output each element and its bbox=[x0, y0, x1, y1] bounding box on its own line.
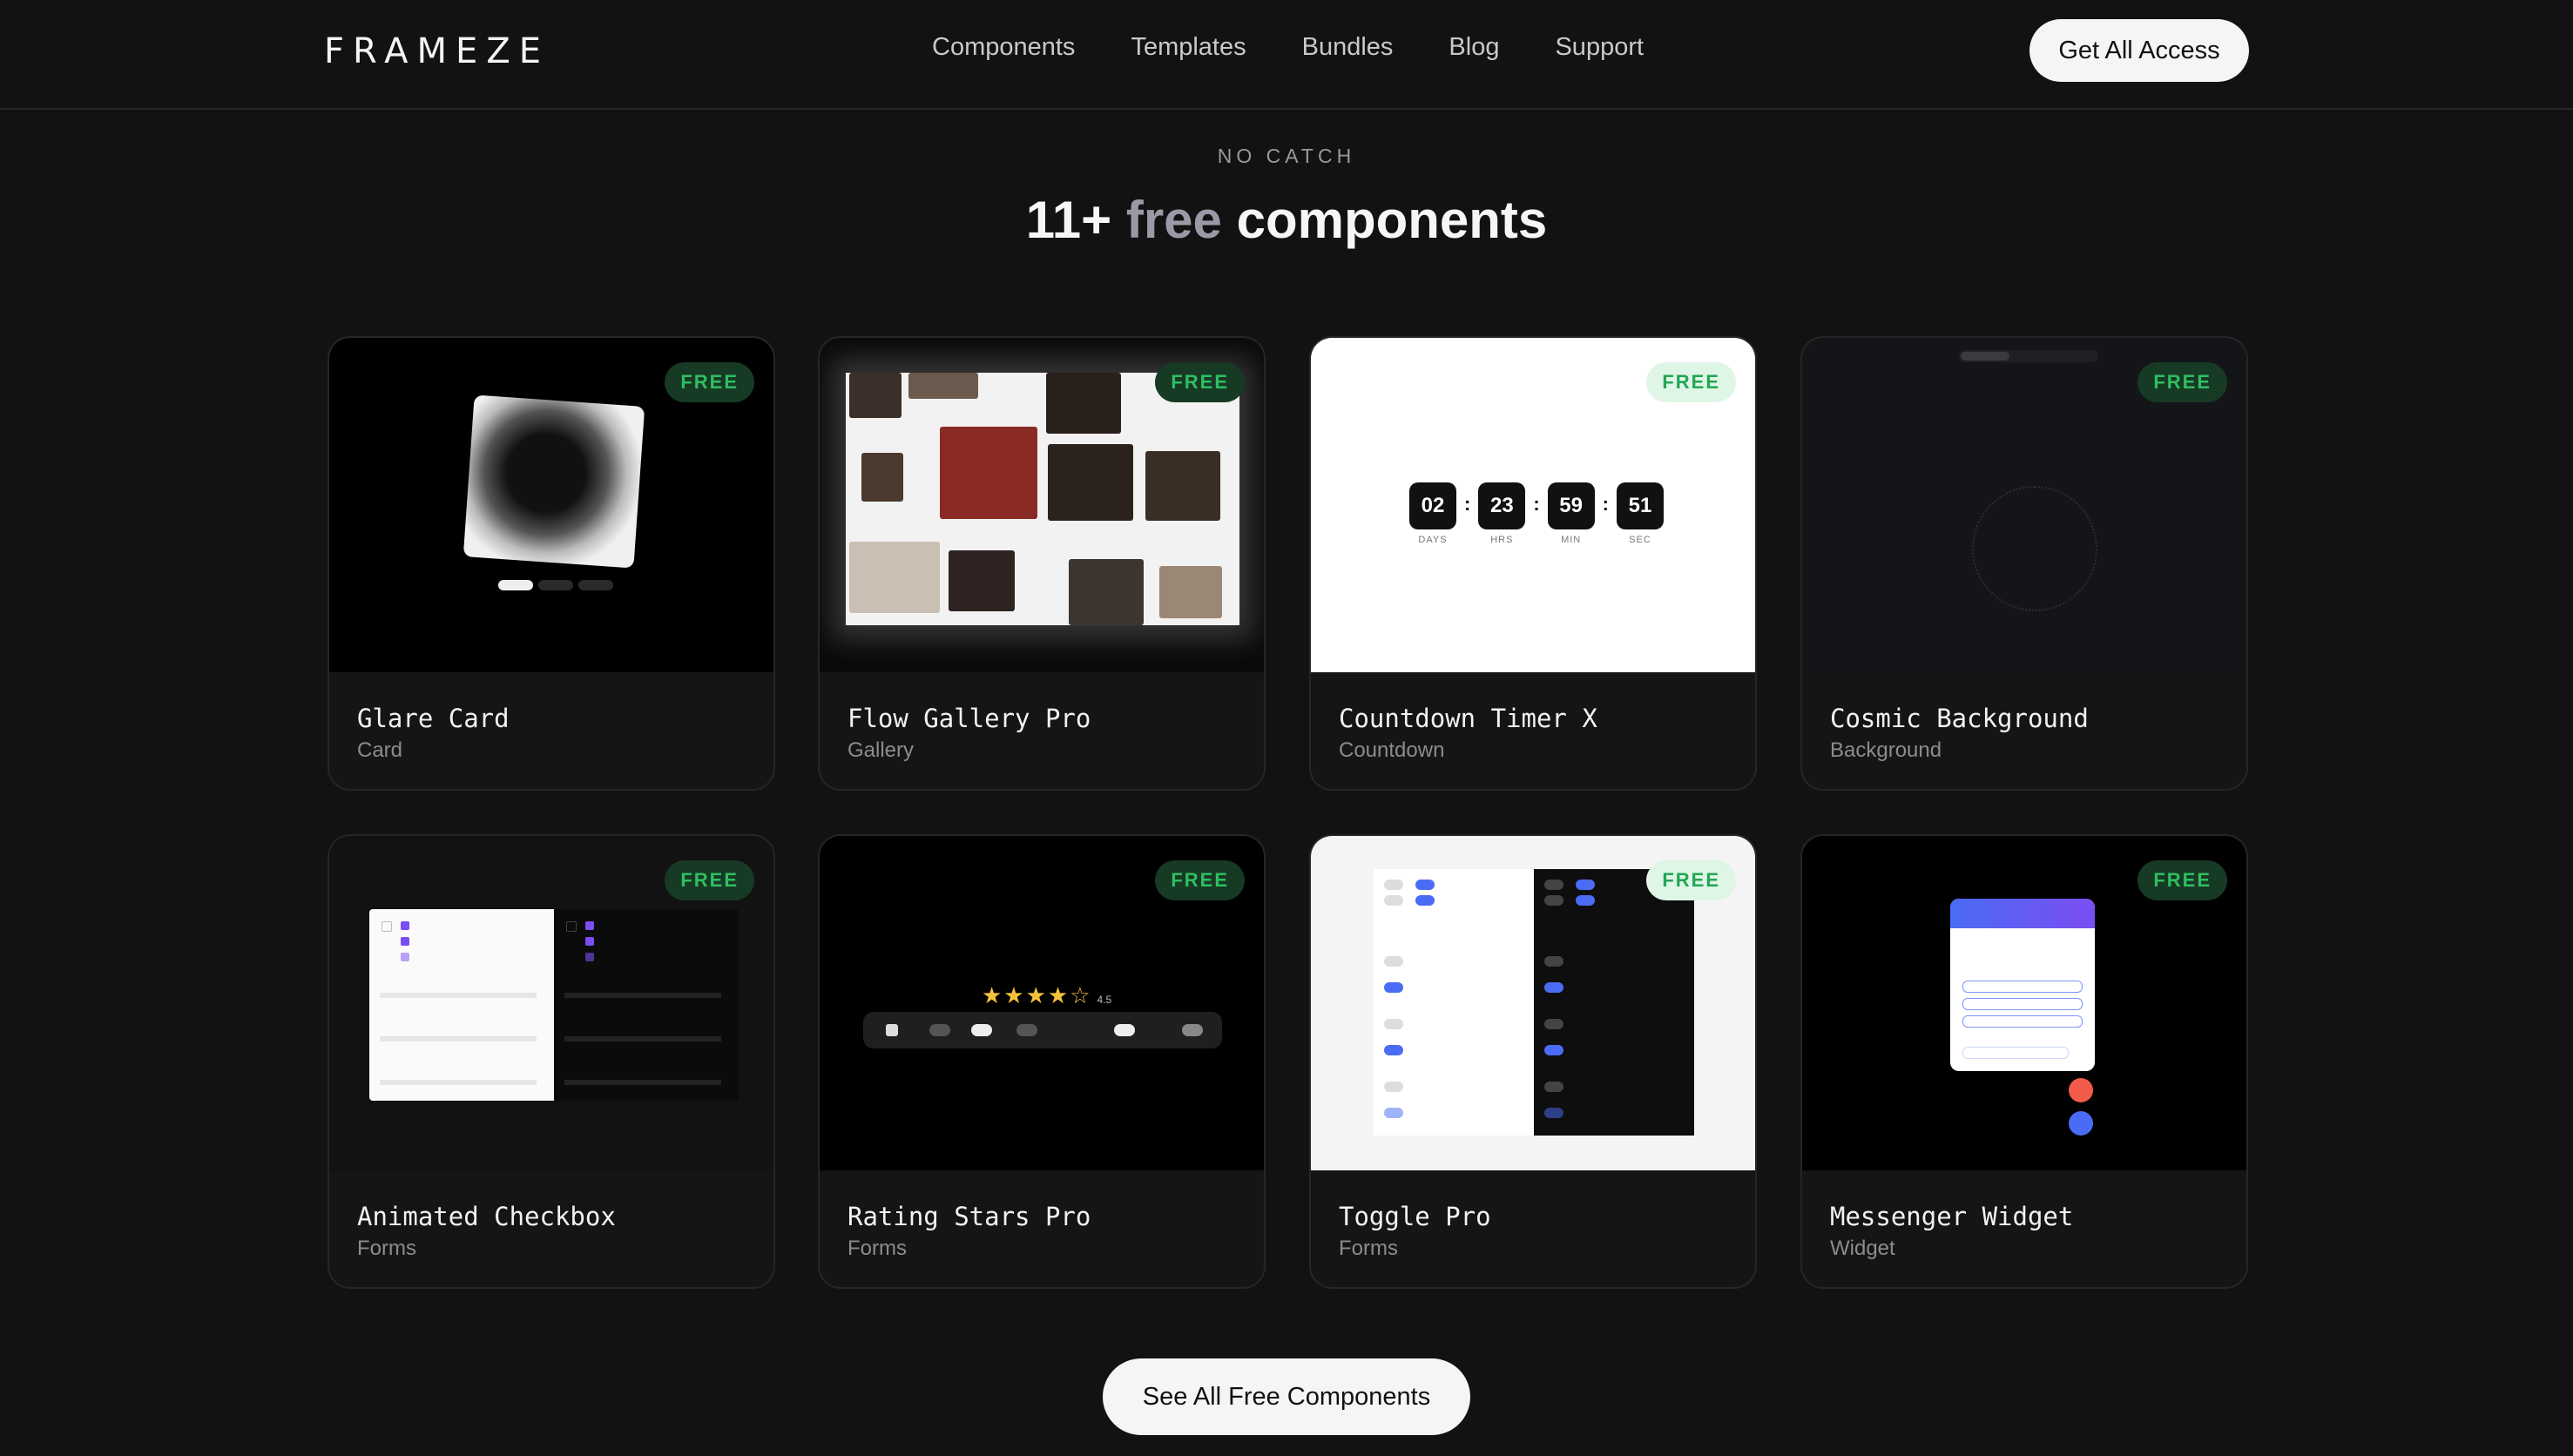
card-title: Glare Card bbox=[357, 704, 510, 733]
star-rating-preview: ★★★★☆ 4.5 bbox=[982, 982, 1112, 1008]
component-card-flow-gallery-pro[interactable]: FREE Flow Gallery Pro Gallery bbox=[818, 336, 1266, 791]
card-title: Countdown Timer X bbox=[1339, 704, 1597, 733]
nav-links: Components Templates Bundles Blog Suppor… bbox=[932, 33, 1644, 62]
rating-controls-bar bbox=[863, 1012, 1222, 1048]
card-category: Forms bbox=[848, 1237, 907, 1260]
toggle-dark-panel bbox=[1534, 869, 1694, 1136]
messenger-fab-icon bbox=[2069, 1111, 2093, 1136]
free-badge: FREE bbox=[665, 860, 754, 900]
chat-window-preview bbox=[1950, 899, 2095, 1071]
component-card-messenger-widget[interactable]: FREE Messenger Widget Widget bbox=[1800, 834, 2248, 1289]
portrait-preview-image bbox=[463, 394, 645, 569]
get-all-access-button[interactable]: Get All Access bbox=[2029, 19, 2249, 82]
card-title: Cosmic Background bbox=[1830, 704, 2089, 733]
timer-separator: : bbox=[1533, 493, 1540, 515]
card-category: Countdown bbox=[1339, 738, 1445, 762]
component-card-glare-card[interactable]: FREE Glare Card Card bbox=[328, 336, 775, 791]
toggle-light-panel bbox=[1374, 869, 1534, 1136]
card-title: Animated Checkbox bbox=[357, 1202, 616, 1231]
timer-seconds: 51 bbox=[1616, 482, 1664, 529]
countdown-preview: 02 DAYS : 23 HRS : 59 MIN : 51 SEC bbox=[1408, 482, 1665, 545]
timer-minutes-label: MIN bbox=[1561, 535, 1582, 545]
card-title: Rating Stars Pro bbox=[848, 1202, 1091, 1231]
card-category: Forms bbox=[357, 1237, 416, 1260]
timer-separator: : bbox=[1464, 493, 1471, 515]
card-category: Widget bbox=[1830, 1237, 1895, 1260]
checkbox-dark-panel bbox=[554, 909, 739, 1101]
free-badge: FREE bbox=[665, 362, 754, 402]
frameze-logo[interactable]: FRAMEZE bbox=[324, 31, 550, 71]
headline-count: 11+ bbox=[1025, 191, 1112, 249]
free-badge: FREE bbox=[1646, 860, 1736, 900]
top-navigation: FRAMEZE Components Templates Bundles Blo… bbox=[0, 0, 2573, 110]
close-fab-icon bbox=[2069, 1078, 2093, 1102]
cosmic-ring-decoration bbox=[1972, 486, 2097, 611]
timer-days-label: DAYS bbox=[1418, 535, 1448, 545]
see-all-free-components-button[interactable]: See All Free Components bbox=[1103, 1358, 1470, 1435]
nav-link-templates[interactable]: Templates bbox=[1131, 33, 1246, 62]
checkbox-light-panel bbox=[369, 909, 554, 1101]
timer-hours: 23 bbox=[1478, 482, 1526, 529]
nav-link-blog[interactable]: Blog bbox=[1449, 33, 1499, 62]
headline-suffix: components bbox=[1236, 191, 1548, 249]
preview-active-tab bbox=[1961, 352, 2009, 361]
timer-separator: : bbox=[1602, 493, 1609, 515]
card-category: Card bbox=[357, 738, 403, 762]
card-category: Forms bbox=[1339, 1237, 1398, 1260]
timer-hours-label: HRS bbox=[1490, 535, 1514, 545]
gallery-preview-sheet bbox=[846, 373, 1239, 625]
timer-days: 02 bbox=[1409, 482, 1456, 529]
card-title: Flow Gallery Pro bbox=[848, 704, 1091, 733]
free-badge: FREE bbox=[2137, 362, 2227, 402]
nav-link-bundles[interactable]: Bundles bbox=[1302, 33, 1394, 62]
free-badge: FREE bbox=[1155, 362, 1245, 402]
component-card-toggle-pro[interactable]: FREE Toggle Pro Forms bbox=[1309, 834, 1757, 1289]
component-card-rating-stars-pro[interactable]: ★★★★☆ 4.5 FREE Rating Stars Pro Forms bbox=[818, 834, 1266, 1289]
headline-highlight: free bbox=[1125, 191, 1222, 249]
free-badge: FREE bbox=[1155, 860, 1245, 900]
nav-link-support[interactable]: Support bbox=[1555, 33, 1644, 62]
card-category: Gallery bbox=[848, 738, 915, 762]
card-category: Background bbox=[1830, 738, 1942, 762]
component-card-cosmic-background[interactable]: FREE Cosmic Background Background bbox=[1800, 336, 2248, 791]
timer-seconds-label: SEC bbox=[1629, 535, 1651, 545]
section-eyebrow: NO CATCH bbox=[1217, 145, 1356, 167]
free-badge: FREE bbox=[2137, 860, 2227, 900]
star-rating-value: 4.5 bbox=[1097, 994, 1112, 1006]
preview-style-pills bbox=[498, 580, 613, 590]
timer-minutes: 59 bbox=[1547, 482, 1595, 529]
component-card-animated-checkbox[interactable]: FREE Animated Checkbox Forms bbox=[328, 834, 775, 1289]
nav-link-components[interactable]: Components bbox=[932, 33, 1075, 62]
component-card-countdown-timer-x[interactable]: 02 DAYS : 23 HRS : 59 MIN : 51 SEC FREE Coun… bbox=[1309, 336, 1757, 791]
free-badge: FREE bbox=[1646, 362, 1736, 402]
chat-header bbox=[1950, 899, 2095, 928]
card-title: Messenger Widget bbox=[1830, 1202, 2074, 1231]
card-title: Toggle Pro bbox=[1339, 1202, 1491, 1231]
section-headline: 11+ free components bbox=[0, 190, 2573, 250]
